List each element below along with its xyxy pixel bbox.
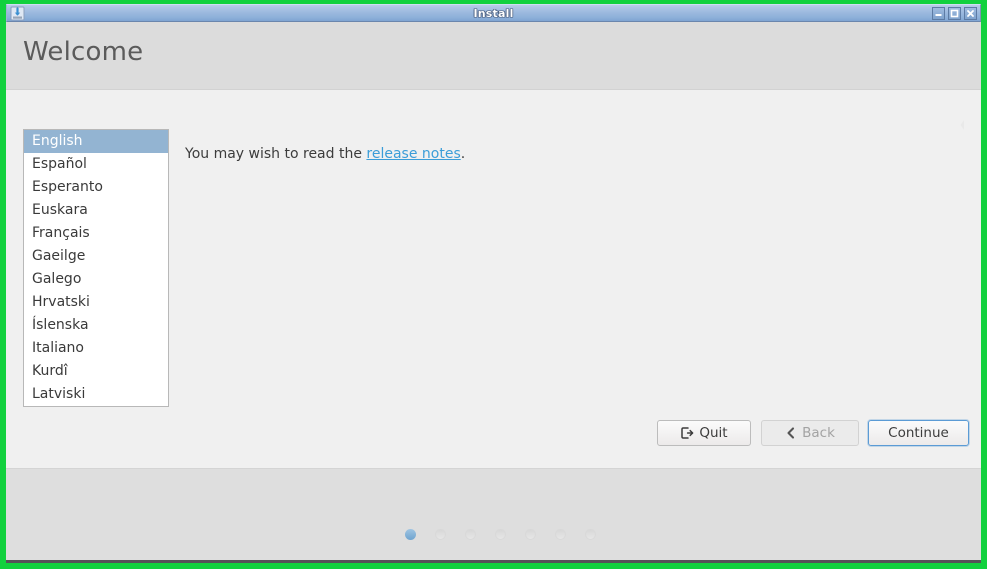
progress-bar-area <box>6 468 981 560</box>
step-dot <box>495 529 506 540</box>
language-list-item[interactable]: Français <box>24 222 168 245</box>
step-dot <box>585 529 596 540</box>
back-button-label: Back <box>802 425 835 441</box>
language-list-item[interactable]: Esperanto <box>24 176 168 199</box>
step-dot <box>525 529 536 540</box>
continue-button-label: Continue <box>888 425 949 441</box>
language-list-item[interactable]: Kurdî <box>24 360 168 383</box>
page-title: Welcome <box>23 37 144 67</box>
page-header: Welcome <box>6 22 981 90</box>
window-controls <box>932 7 977 20</box>
release-notes-text-after: . <box>460 146 466 162</box>
exit-icon <box>680 426 694 440</box>
minimize-icon <box>935 14 942 16</box>
step-dot <box>465 529 476 540</box>
language-list-item[interactable]: Galego <box>24 268 168 291</box>
window-title: Install <box>473 7 514 20</box>
quit-button-label: Quit <box>699 425 728 441</box>
close-icon <box>967 10 974 17</box>
title-bar[interactable]: Install <box>6 4 981 22</box>
maximize-button[interactable] <box>948 7 961 20</box>
language-list-item[interactable]: English <box>24 130 168 153</box>
button-row: Quit Back Continue <box>6 400 981 468</box>
chevron-left-icon <box>785 427 797 439</box>
release-notes-line: You may wish to read the release notes. <box>185 146 465 162</box>
step-dot <box>435 529 446 540</box>
release-notes-link[interactable]: release notes <box>366 146 460 162</box>
language-list-item[interactable]: Hrvatski <box>24 291 168 314</box>
language-list-item[interactable]: Gaeilge <box>24 245 168 268</box>
language-list-item[interactable]: Íslenska <box>24 314 168 337</box>
minimize-button[interactable] <box>932 7 945 20</box>
close-button[interactable] <box>964 7 977 20</box>
maximize-icon <box>950 9 959 18</box>
step-dots <box>405 529 596 540</box>
installer-window: Install Welcome English Español Esperant… <box>0 0 987 569</box>
language-listbox[interactable]: English Español Esperanto Euskara Français Ga… <box>23 129 169 407</box>
scroll-hint-icon <box>957 117 969 131</box>
release-notes-text-before: You may wish to read the <box>185 146 367 162</box>
language-list-item[interactable]: Español <box>24 153 168 176</box>
step-dot <box>555 529 566 540</box>
language-list-item[interactable]: Italiano <box>24 337 168 360</box>
step-dot-active <box>405 529 416 540</box>
window-bottom-separator <box>6 560 981 563</box>
back-button[interactable]: Back <box>761 420 859 446</box>
client-area: Welcome English Español Esperanto Euskara Fr… <box>6 22 981 560</box>
continue-button[interactable]: Continue <box>868 420 969 446</box>
quit-button[interactable]: Quit <box>657 420 751 446</box>
language-list-item[interactable]: Euskara <box>24 199 168 222</box>
